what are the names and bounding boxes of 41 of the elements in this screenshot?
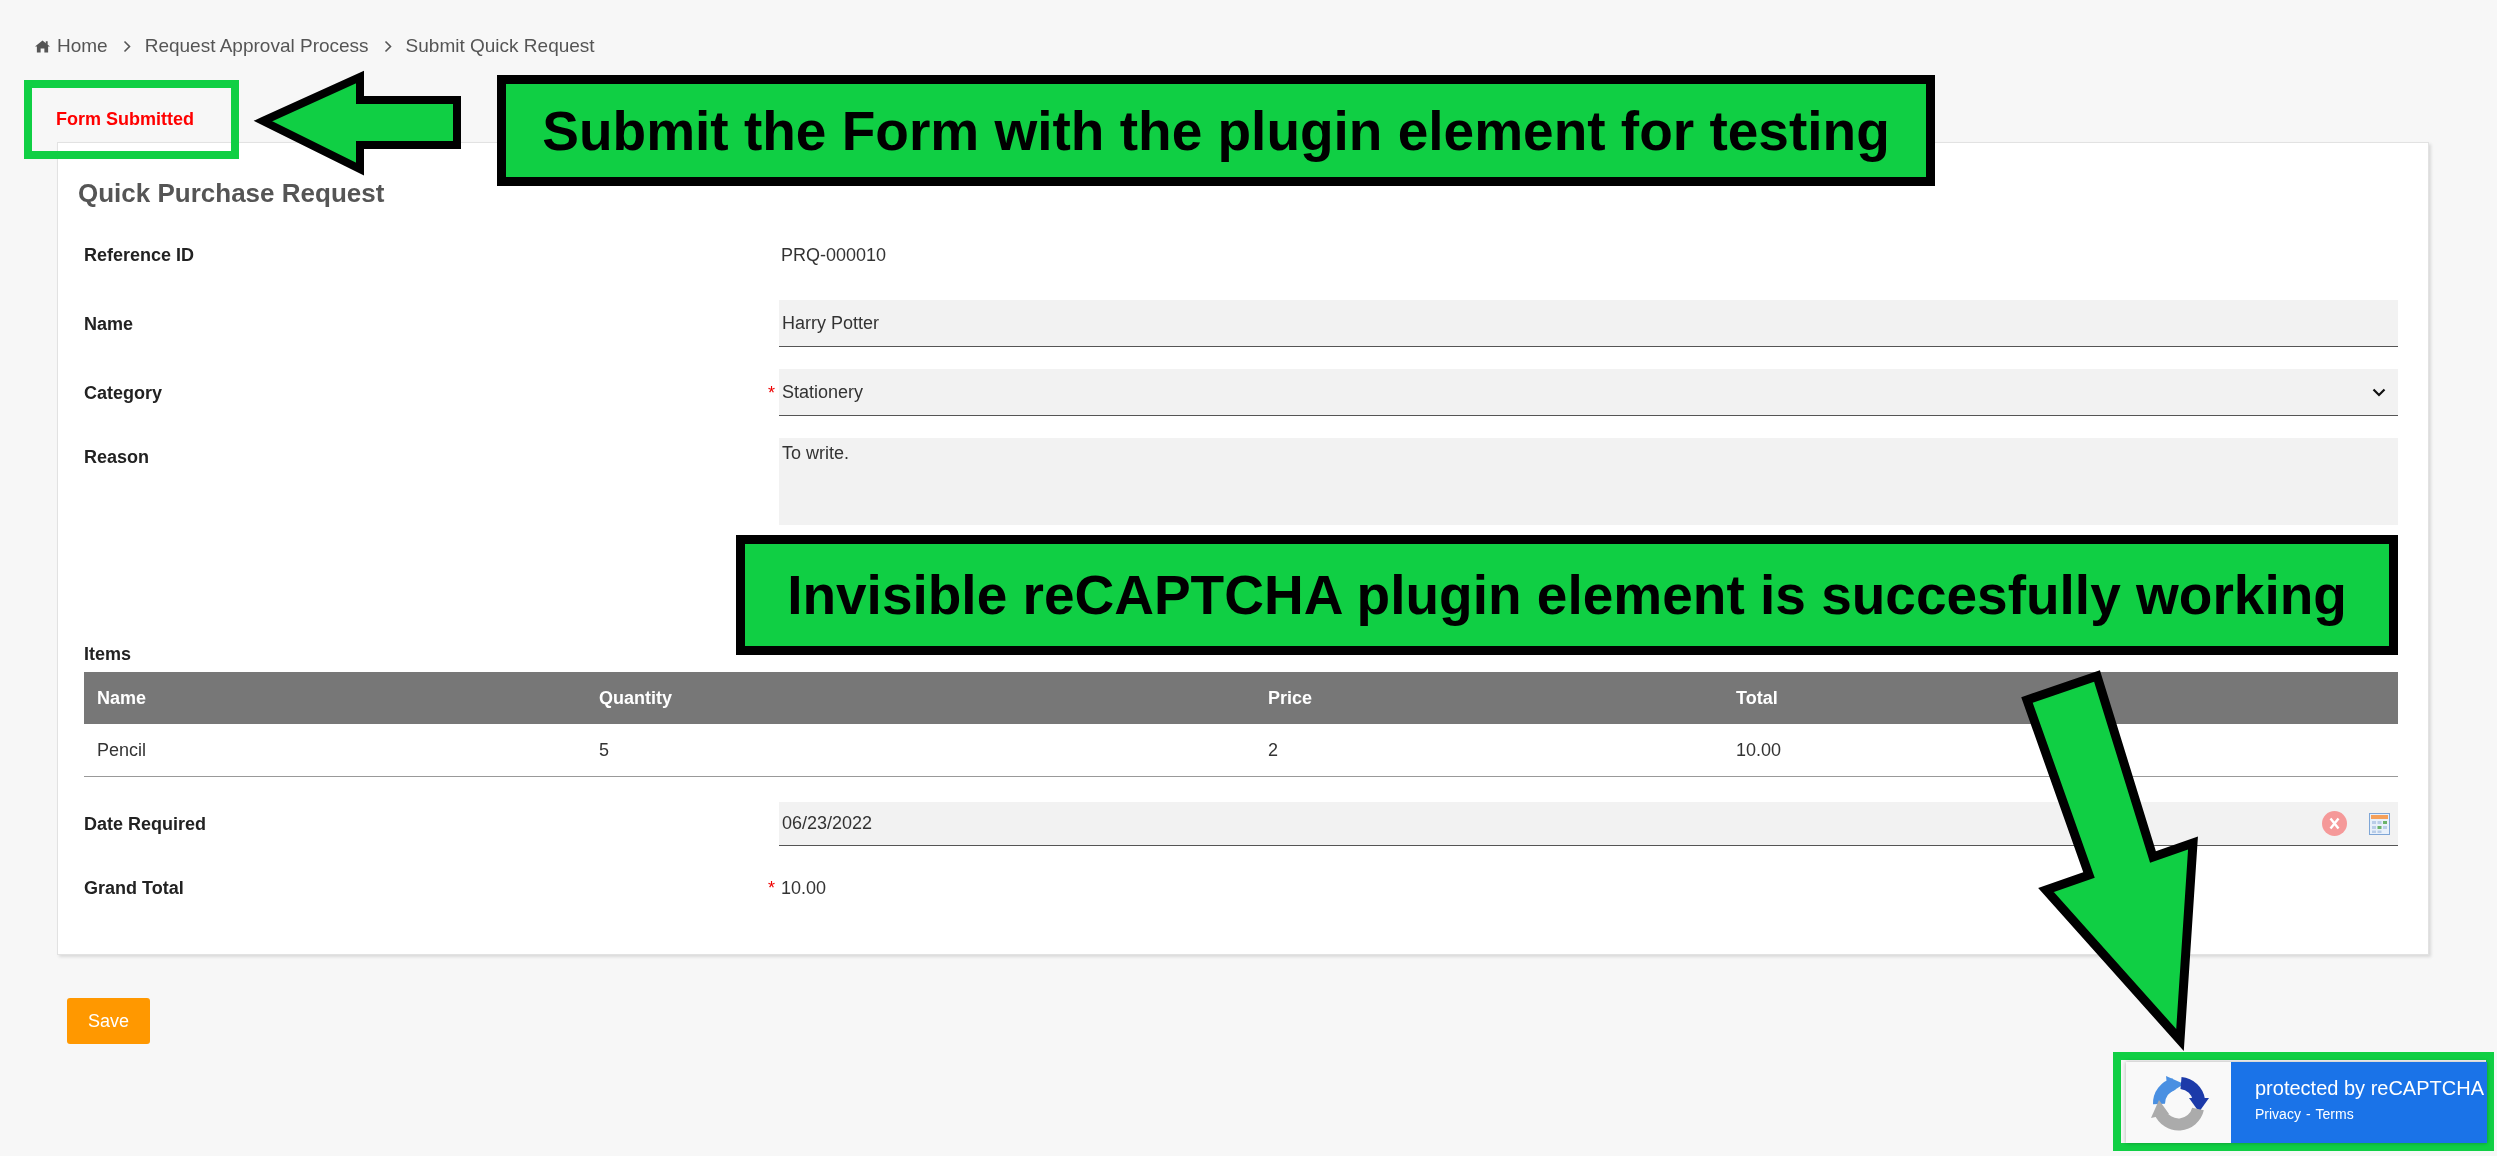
field-label: Category — [84, 381, 164, 404]
field-label: Items — [84, 643, 133, 665]
column-header: Name — [84, 672, 586, 724]
chevron-right-icon — [122, 39, 131, 53]
callout-banner: Invisible reCAPTCHA plugin element is succesfully working — [736, 535, 2398, 655]
text-input[interactable]: Harry Potter — [779, 300, 2398, 347]
field-label: Name — [84, 312, 135, 335]
table-cell-text: Pencil — [96, 738, 148, 762]
home-icon — [35, 39, 50, 53]
required-mark: * — [768, 878, 775, 898]
field-label: Reference ID — [84, 243, 196, 266]
field-value: PRQ-000010 — [780, 243, 888, 266]
link-separator: - — [2305, 1105, 2311, 1123]
date-field[interactable]: 06/23/2022 — [779, 802, 2398, 846]
badge-link[interactable]: Terms — [2315, 1105, 2354, 1123]
refresh-arrows-icon — [2126, 1062, 2231, 1143]
field-label: Date Required — [84, 813, 208, 835]
field-label: Grand Total — [84, 877, 185, 899]
field-label: Reason — [84, 446, 151, 468]
table-cell-text: 10.00 — [1735, 738, 1783, 762]
badge-link[interactable]: Privacy — [2255, 1105, 2301, 1123]
chevron-right-icon — [383, 39, 392, 53]
callout-banner: Submit the Form with the plugin element for testing — [497, 75, 1935, 186]
field-value: 10.00 — [780, 877, 828, 899]
breadcrumb-link[interactable]: Home — [35, 35, 108, 57]
select-field[interactable]: Stationery — [779, 369, 2398, 416]
table-cell-text: 5 — [598, 738, 610, 762]
table-cell-text: 2 — [1267, 738, 1279, 762]
textarea-field[interactable]: To write. — [779, 438, 2398, 525]
column-header: Price — [1255, 672, 1723, 724]
breadcrumb-link[interactable]: Submit Quick Request — [405, 35, 595, 57]
column-header: Total — [1723, 672, 2398, 724]
column-header: Quantity — [586, 672, 1255, 724]
chevron-down-icon — [2372, 387, 2386, 397]
form-title: Quick Purchase Request — [78, 177, 386, 209]
required-mark: * — [768, 382, 775, 403]
status-message: Form Submitted — [56, 109, 194, 130]
clear-icon[interactable] — [2322, 811, 2347, 836]
calendar-icon[interactable] — [2369, 812, 2390, 835]
badge-title: protected by reCAPTCHA — [2255, 1076, 2484, 1100]
breadcrumb-link[interactable]: Request Approval Process — [144, 35, 369, 57]
